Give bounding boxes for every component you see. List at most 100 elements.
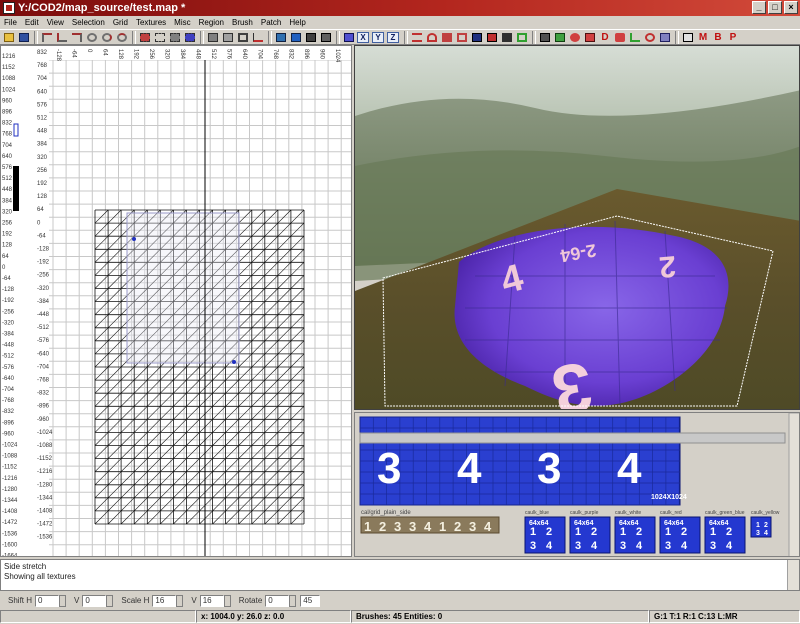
camera-view-icon[interactable] [304, 31, 318, 44]
menu-selection[interactable]: Selection [72, 16, 105, 29]
view-x-button[interactable]: X [357, 31, 369, 43]
y-ruler-tick: -64 [2, 276, 11, 282]
y-ruler: 1216 1152 1088 1024 960 896 832 768 704 640 576 512… [1, 46, 25, 556]
shift-h-spinner[interactable] [59, 594, 67, 607]
mode-p-button[interactable]: P [726, 31, 740, 44]
patch-cap-icon[interactable] [470, 31, 484, 44]
menu-view[interactable]: View [47, 16, 64, 29]
z-marker[interactable] [13, 123, 19, 137]
x-ruler-tick: 1024 [334, 49, 340, 63]
camera-view[interactable]: 4 2 2-64 3 [354, 45, 800, 410]
select-inside-icon[interactable] [183, 31, 197, 44]
show-entities-icon[interactable] [538, 31, 552, 44]
texture-tile[interactable] [750, 516, 772, 538]
texture-view-icon[interactable] [289, 31, 303, 44]
selected-brush-outline[interactable] [126, 212, 240, 364]
patch-thicken-icon[interactable] [500, 31, 514, 44]
inner-y-ruler-tick: -1472 [37, 522, 53, 528]
patch-insert-icon[interactable] [440, 31, 454, 44]
maximize-button[interactable]: □ [768, 1, 782, 14]
menu-file[interactable]: File [4, 16, 17, 29]
show-nodes-icon[interactable] [628, 31, 642, 44]
texture-browser[interactable]: 3434 1024X1024 cal/grid_plain_side 12334… [354, 412, 800, 557]
show-paths-icon[interactable] [613, 31, 627, 44]
open-icon[interactable] [2, 31, 16, 44]
console[interactable]: Side stretch Showing all textures [0, 559, 800, 591]
inner-y-ruler-tick: 64 [37, 207, 44, 213]
menu-help[interactable]: Help [289, 16, 305, 29]
rotate-z-icon[interactable] [115, 31, 129, 44]
view-z-button[interactable]: Z [387, 31, 399, 43]
select-complete-icon[interactable] [138, 31, 152, 44]
patch-bend-icon[interactable] [425, 31, 439, 44]
rotate-x-icon[interactable] [85, 31, 99, 44]
view-camera-icon[interactable] [342, 31, 356, 44]
z-brush-bar[interactable] [13, 166, 19, 211]
texture-canvas[interactable]: 3434 1024X1024 cal/grid_plain_side 12334… [355, 413, 800, 557]
patch-weld-icon[interactable] [485, 31, 499, 44]
rotate-spinner[interactable] [289, 594, 297, 607]
console-scrollbar[interactable] [787, 560, 799, 590]
scale-v-input[interactable]: 16 [199, 594, 224, 607]
flip-y-icon[interactable] [55, 31, 69, 44]
view-y-button[interactable]: Y [372, 31, 384, 43]
menu-grid[interactable]: Grid [113, 16, 128, 29]
entity-view-icon[interactable] [319, 31, 333, 44]
scale-h-input[interactable]: 16 [152, 594, 177, 607]
shift-v-input[interactable]: 0 [82, 594, 107, 607]
rotate-input[interactable]: 0 [265, 594, 290, 607]
menu-textures[interactable]: Textures [136, 16, 166, 29]
y-ruler-tick: -1536 [2, 531, 18, 537]
scale-v-spinner[interactable] [223, 594, 231, 607]
y-ruler-tick: -1344 [2, 498, 18, 504]
inner-y-ruler-tick: -448 [37, 312, 50, 318]
menu-region[interactable]: Region [199, 16, 224, 29]
scale-h-spinner[interactable] [176, 594, 184, 607]
show-splines-icon[interactable] [643, 31, 657, 44]
grid-canvas[interactable]: -128 -64 0 64 128 192 256 320 384 448 512 576 640 704… [1, 46, 352, 557]
csg-subtract-icon[interactable] [206, 31, 220, 44]
flip-z-icon[interactable] [70, 31, 84, 44]
texture-scroll-track[interactable] [359, 432, 786, 444]
lock-icon[interactable] [681, 31, 695, 44]
menu-patch[interactable]: Patch [261, 16, 281, 29]
console-line: Side stretch [4, 562, 47, 571]
vertex-handle[interactable] [232, 360, 236, 364]
select-touching-icon[interactable] [153, 31, 167, 44]
tile-digit: 2 [726, 526, 732, 538]
right-panel: 4 2 2-64 3 3434 1024X1024 cal/grid_plain… [354, 45, 800, 557]
menu-misc[interactable]: Misc [174, 16, 190, 29]
tile-digit: 4 [591, 540, 598, 552]
grid-view[interactable]: -128 -64 0 64 128 192 256 320 384 448 512 576 640 704… [0, 45, 352, 557]
inner-y-ruler-tick: -64 [37, 233, 46, 239]
vertex-handle[interactable] [132, 237, 136, 241]
show-models-icon[interactable] [583, 31, 597, 44]
camera-canvas[interactable]: 4 2 2-64 3 [355, 46, 800, 410]
patch-drill-icon[interactable] [515, 31, 529, 44]
show-detail-button[interactable]: D [598, 31, 612, 44]
inner-y-ruler-tick: 768 [37, 63, 48, 69]
shift-v-spinner[interactable] [106, 594, 114, 607]
patch-icon[interactable] [410, 31, 424, 44]
select-partial-icon[interactable] [168, 31, 182, 44]
shift-h-input[interactable]: 0 [35, 594, 60, 607]
show-textures-icon[interactable] [553, 31, 567, 44]
rotate-step-input[interactable]: 45 [300, 594, 321, 607]
csg-merge-icon[interactable] [221, 31, 235, 44]
flip-x-icon[interactable] [40, 31, 54, 44]
menu-edit[interactable]: Edit [25, 16, 39, 29]
clipper-icon[interactable] [251, 31, 265, 44]
menu-brush[interactable]: Brush [232, 16, 253, 29]
hollow-icon[interactable] [236, 31, 250, 44]
mode-b-button[interactable]: B [711, 31, 725, 44]
change-views-icon[interactable] [274, 31, 288, 44]
rotate-y-icon[interactable] [100, 31, 114, 44]
patch-delete-icon[interactable] [455, 31, 469, 44]
show-lights-icon[interactable] [568, 31, 582, 44]
close-button[interactable]: × [784, 1, 798, 14]
texture-scrollbar[interactable] [788, 413, 800, 557]
mode-m-button[interactable]: M [696, 31, 710, 44]
show-volumes-icon[interactable] [658, 31, 672, 44]
save-icon[interactable] [17, 31, 31, 44]
minimize-button[interactable]: _ [752, 1, 766, 14]
